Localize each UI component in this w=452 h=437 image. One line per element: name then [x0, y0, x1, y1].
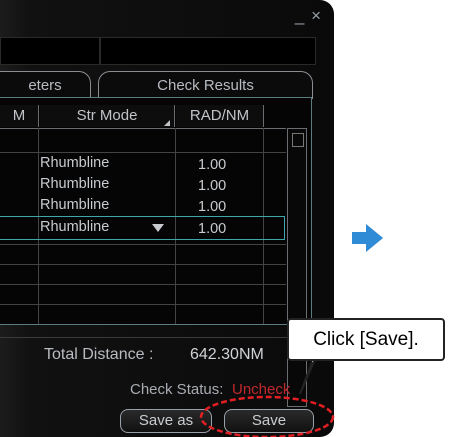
highlight-circle: [199, 395, 335, 437]
right-arrow-icon: [366, 224, 383, 252]
arrow-shaft: [352, 232, 366, 244]
annotation-overlay: [199, 224, 383, 437]
instruction-callout: Click [Save].: [287, 318, 445, 361]
